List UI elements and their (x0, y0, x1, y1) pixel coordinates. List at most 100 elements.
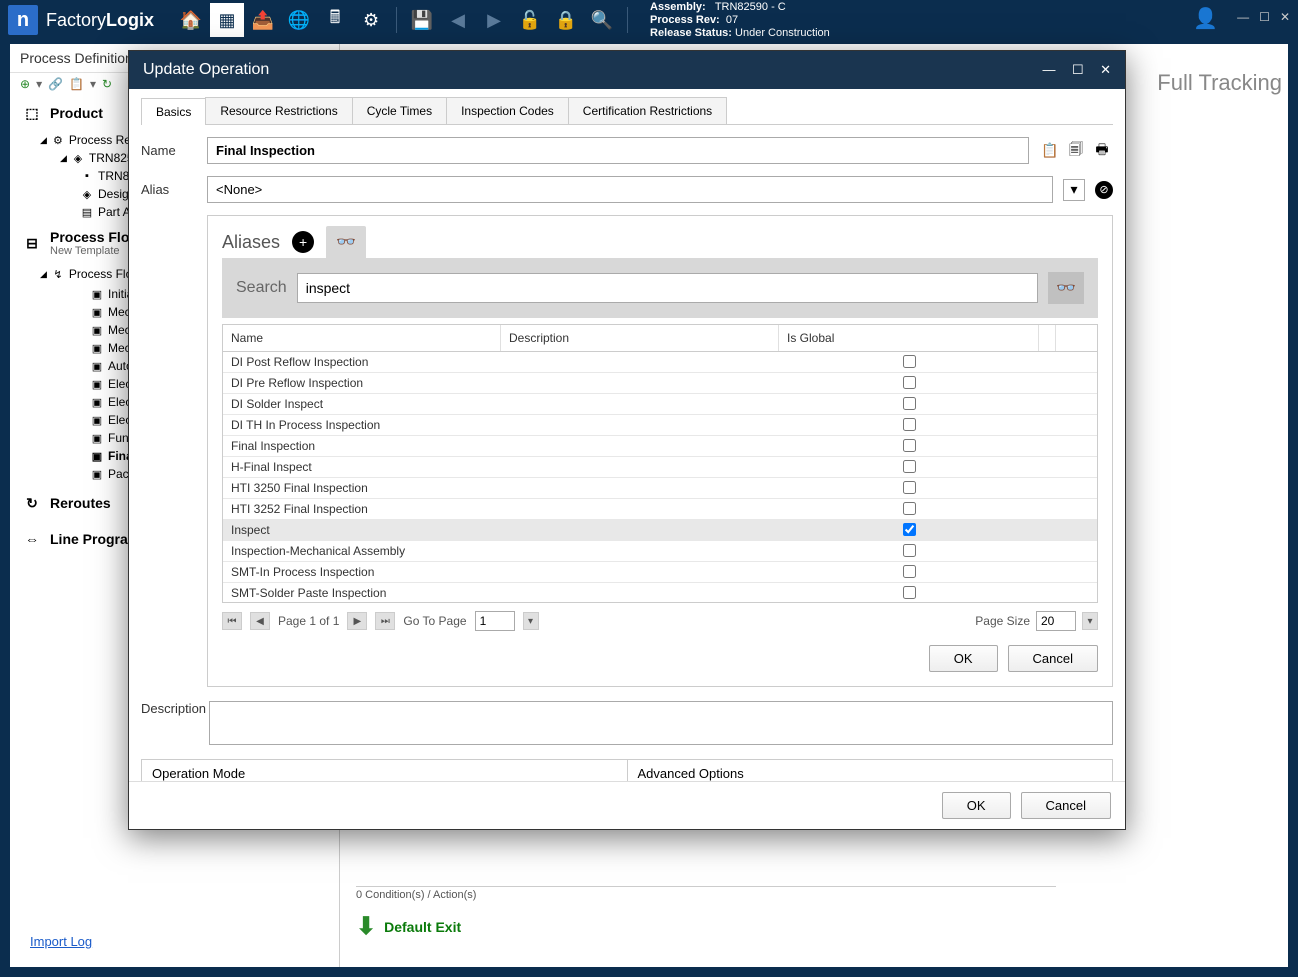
last-page-icon[interactable]: ⏭ (375, 612, 395, 630)
name-input[interactable] (207, 137, 1029, 164)
dialog-maximize-icon[interactable]: ☐ (1072, 62, 1084, 77)
calculator-icon[interactable]: 🖩 (318, 3, 352, 37)
op-icon: ▣ (90, 305, 104, 319)
dialog-titlebar[interactable]: Update Operation — ☐ ✕ (129, 51, 1125, 89)
tab-cycle-times[interactable]: Cycle Times (352, 97, 447, 124)
doc-icon: ▪ (80, 169, 94, 183)
globe-icon[interactable]: 🌐 (282, 3, 316, 37)
operation-mode-section[interactable]: Operation Mode (141, 759, 627, 781)
col-name[interactable]: Name (223, 325, 501, 351)
table-row[interactable]: Inspection-Mechanical Assembly (223, 541, 1097, 562)
search-icon[interactable]: 🔍 (585, 3, 619, 37)
first-page-icon[interactable]: ⏮ (222, 612, 242, 630)
import-log-link[interactable]: Import Log (30, 934, 92, 949)
tab-certification-restrictions[interactable]: Certification Restrictions (568, 97, 727, 124)
is-global-checkbox[interactable] (903, 565, 916, 578)
unlock-icon[interactable]: 🔓 (513, 3, 547, 37)
op-icon: ▣ (90, 341, 104, 355)
table-row[interactable]: HTI 3252 Final Inspection (223, 499, 1097, 520)
alias-search-input[interactable] (297, 273, 1038, 303)
table-row[interactable]: DI TH In Process Inspection (223, 415, 1097, 436)
is-global-checkbox[interactable] (903, 523, 916, 536)
search-go-icon[interactable]: 👓 (1048, 272, 1084, 304)
col-is-global[interactable]: Is Global (779, 325, 1039, 351)
dialog-close-icon[interactable]: ✕ (1100, 62, 1111, 77)
app-logo-text: FactoryLogix (46, 10, 154, 31)
page-size-dropdown-icon[interactable]: ▾ (1082, 612, 1098, 630)
maximize-icon[interactable]: ☐ (1259, 10, 1270, 24)
table-row[interactable]: SMT-In Process Inspection (223, 562, 1097, 583)
op-icon: ▣ (90, 377, 104, 391)
is-global-checkbox[interactable] (903, 376, 916, 389)
dropdown-icon[interactable]: ▾ (36, 77, 42, 91)
back-icon[interactable]: ◀ (441, 3, 475, 37)
lock-icon[interactable]: 🔒 (549, 3, 583, 37)
update-operation-dialog: Update Operation — ☐ ✕ BasicsResource Re… (128, 50, 1126, 830)
table-row[interactable]: DI Pre Reflow Inspection (223, 373, 1097, 394)
table-row[interactable]: H-Final Inspect (223, 457, 1097, 478)
window-controls: — ☐ ✕ (1237, 10, 1290, 24)
table-row[interactable]: HTI 3250 Final Inspection (223, 478, 1097, 499)
default-exit[interactable]: ⬇ Default Exit (356, 912, 461, 941)
is-global-checkbox[interactable] (903, 397, 916, 410)
prev-page-icon[interactable]: ◀ (250, 612, 270, 630)
aliases-title: Aliases (222, 232, 280, 253)
table-row[interactable]: DI Post Reflow Inspection (223, 352, 1097, 373)
next-page-icon[interactable]: ▶ (347, 612, 367, 630)
alias-dropdown-icon[interactable]: ▾ (1063, 179, 1085, 201)
page-size-input[interactable] (1036, 611, 1076, 631)
user-icon[interactable]: 👤 (1193, 6, 1218, 31)
add-alias-icon[interactable]: + (292, 231, 314, 253)
close-icon[interactable]: ✕ (1280, 10, 1290, 24)
table-row[interactable]: SMT-Solder Paste Inspection (223, 583, 1097, 602)
dropdown2-icon[interactable]: ▾ (90, 77, 96, 91)
col-description[interactable]: Description (501, 325, 779, 351)
gear-icon: ⚙ (51, 133, 65, 147)
copy-icon[interactable]: 🗐 (1065, 140, 1087, 162)
table-row[interactable]: Inspect (223, 520, 1097, 541)
advanced-options-section[interactable]: Advanced Options (627, 759, 1114, 781)
save-icon[interactable]: 💾 (405, 3, 439, 37)
table-row[interactable]: Final Inspection (223, 436, 1097, 457)
alias-input[interactable] (207, 176, 1053, 203)
is-global-checkbox[interactable] (903, 355, 916, 368)
alias-cancel-button[interactable]: Cancel (1008, 645, 1098, 672)
grid-icon[interactable]: ▦ (210, 3, 244, 37)
tracking-tab[interactable]: Full Tracking (1157, 70, 1282, 96)
grid-pager: ⏮ ◀ Page 1 of 1 ▶ ⏭ Go To Page ▾ Page Si… (208, 603, 1112, 645)
is-global-checkbox[interactable] (903, 439, 916, 452)
tab-basics[interactable]: Basics (141, 98, 206, 125)
alias-ok-button[interactable]: OK (929, 645, 998, 672)
goto-dropdown-icon[interactable]: ▾ (523, 612, 539, 630)
is-global-checkbox[interactable] (903, 481, 916, 494)
clear-alias-icon[interactable]: ⊘ (1095, 181, 1113, 199)
description-input[interactable] (209, 701, 1113, 745)
add-icon[interactable]: ⊕ (20, 77, 30, 91)
link-icon[interactable]: 🔗 (48, 77, 63, 91)
tab-resource-restrictions[interactable]: Resource Restrictions (205, 97, 352, 124)
is-global-checkbox[interactable] (903, 586, 916, 599)
home-icon[interactable]: 🏠 (174, 3, 208, 37)
copy-icon[interactable]: 📋 (69, 77, 84, 91)
table-row[interactable]: DI Solder Inspect (223, 394, 1097, 415)
print-icon[interactable]: 🖶 (1091, 140, 1113, 162)
list-icon[interactable]: 📋 (1039, 140, 1061, 162)
gear-icon[interactable]: ⚙ (354, 3, 388, 37)
dialog-ok-button[interactable]: OK (942, 792, 1011, 819)
is-global-checkbox[interactable] (903, 460, 916, 473)
forward-icon[interactable]: ▶ (477, 3, 511, 37)
tab-inspection-codes[interactable]: Inspection Codes (446, 97, 569, 124)
design-icon: ◈ (80, 187, 94, 201)
export-icon[interactable]: 📤 (246, 3, 280, 37)
goto-page-input[interactable] (475, 611, 515, 631)
dialog-minimize-icon[interactable]: — (1043, 62, 1056, 77)
refresh-icon[interactable]: ↻ (102, 77, 112, 91)
search-tab-icon[interactable]: 👓 (326, 226, 366, 258)
reroute-icon: ↻ (22, 493, 42, 513)
is-global-checkbox[interactable] (903, 502, 916, 515)
is-global-checkbox[interactable] (903, 544, 916, 557)
dialog-cancel-button[interactable]: Cancel (1021, 792, 1111, 819)
op-icon: ▣ (90, 467, 104, 481)
minimize-icon[interactable]: — (1237, 10, 1249, 24)
is-global-checkbox[interactable] (903, 418, 916, 431)
